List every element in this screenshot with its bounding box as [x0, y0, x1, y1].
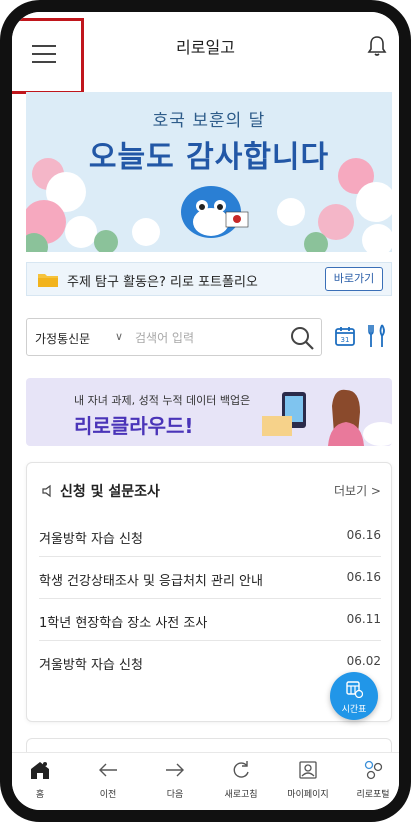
folder-icon — [38, 274, 58, 287]
cloud-banner-title: 리로클라우드! — [74, 414, 194, 438]
goto-button[interactable]: 바로가기 — [325, 267, 383, 291]
nav-mypage[interactable]: 마이페이지 — [278, 759, 338, 807]
survey-card-title: 신청 및 설문조사 — [60, 484, 160, 500]
category-select[interactable]: 가정통신문 — [35, 330, 90, 347]
list-item-date: 06.16 — [346, 528, 381, 542]
promo-banner[interactable]: 호국 보훈의 달 오늘도 감사합니다 — [26, 92, 392, 252]
portfolio-bar: 주제 탐구 활동은? 리로 포트폴리오 바로가기 — [26, 262, 392, 296]
phone-frame: 리로일고 호국 보훈의 달 오늘도 감사합니다 주제 탐구 활동은? 리로 포트… — [0, 0, 411, 822]
list-item-title: 겨울방학 자습 신청 — [39, 658, 143, 673]
arrow-left-icon — [99, 763, 117, 777]
nav-label: 새로고침 — [224, 790, 258, 800]
refresh-icon — [233, 761, 249, 778]
nav-portal[interactable]: 리로포털 — [343, 759, 399, 807]
survey-list: 겨울방학 자습 신청 06.16 학생 건강상태조사 및 응급처치 관리 안내 … — [39, 515, 381, 683]
app-header: 리로일고 — [12, 12, 399, 94]
search-icon[interactable] — [289, 325, 315, 351]
banner-title: 오늘도 감사합니다 — [88, 140, 330, 175]
list-item-title: 1학년 현장학습 장소 사전 조사 — [39, 616, 208, 631]
survey-card-header: 신청 및 설문조사 더보기 > — [27, 463, 393, 519]
nav-back[interactable]: 이전 — [78, 759, 138, 807]
timetable-icon — [346, 681, 363, 698]
list-item[interactable]: 겨울방학 자습 신청 06.02 — [39, 641, 381, 683]
bottom-nav: 홈 이전 다음 새로고침 마이페이지 리로포털 — [12, 752, 399, 810]
screen: 리로일고 호국 보훈의 달 오늘도 감사합니다 주제 탐구 활동은? 리로 포트… — [12, 12, 399, 810]
list-item[interactable]: 겨울방학 자습 신청 06.16 — [39, 515, 381, 557]
more-link[interactable]: 더보기 > — [334, 482, 381, 499]
chevron-down-icon[interactable]: ∨ — [115, 330, 123, 343]
portal-icon — [364, 760, 383, 780]
nav-label: 이전 — [99, 790, 117, 800]
bell-icon[interactable] — [367, 35, 387, 57]
cloud-banner[interactable]: 내 자녀 과제, 성적 누적 데이터 백업은 리로클라우드! — [26, 378, 392, 446]
nav-label: 다음 — [166, 790, 184, 800]
arrow-right-icon — [166, 763, 184, 777]
calendar-icon[interactable]: 31 — [334, 325, 356, 347]
nav-label: 홈 — [35, 790, 45, 800]
list-item-date: 06.02 — [346, 654, 381, 668]
home-icon — [31, 762, 49, 779]
list-item[interactable]: 학생 건강상태조사 및 응급처치 관리 안내 06.16 — [39, 557, 381, 599]
search-input[interactable] — [135, 327, 285, 349]
timetable-button[interactable]: 시간표 — [330, 672, 378, 720]
list-item-date: 06.16 — [346, 570, 381, 584]
nav-label: 리로포털 — [356, 790, 390, 800]
list-item-date: 06.11 — [346, 612, 381, 626]
portfolio-text: 주제 탐구 활동은? 리로 포트폴리오 — [67, 275, 258, 290]
cloud-illustration — [262, 389, 392, 446]
meal-icon[interactable] — [367, 323, 389, 349]
nav-home[interactable]: 홈 — [12, 759, 70, 807]
list-item[interactable]: 1학년 현장학습 장소 사전 조사 06.11 — [39, 599, 381, 641]
nav-label: 마이페이지 — [287, 790, 329, 800]
banner-subtitle: 호국 보훈의 달 — [152, 111, 266, 131]
nav-forward[interactable]: 다음 — [145, 759, 205, 807]
search-box: 가정통신문 ∨ — [26, 318, 322, 356]
svg-text:31: 31 — [341, 336, 350, 344]
list-item-title: 겨울방학 자습 신청 — [39, 532, 143, 547]
nav-refresh[interactable]: 새로고침 — [211, 759, 271, 807]
timetable-label: 시간표 — [341, 705, 367, 715]
cloud-banner-subtitle: 내 자녀 과제, 성적 누적 데이터 백업은 — [74, 394, 251, 407]
list-item-title: 학생 건강상태조사 및 응급처치 관리 안내 — [39, 574, 263, 589]
mypage-icon — [299, 761, 317, 779]
speaker-icon — [42, 484, 51, 498]
page-title: 리로일고 — [176, 38, 235, 57]
